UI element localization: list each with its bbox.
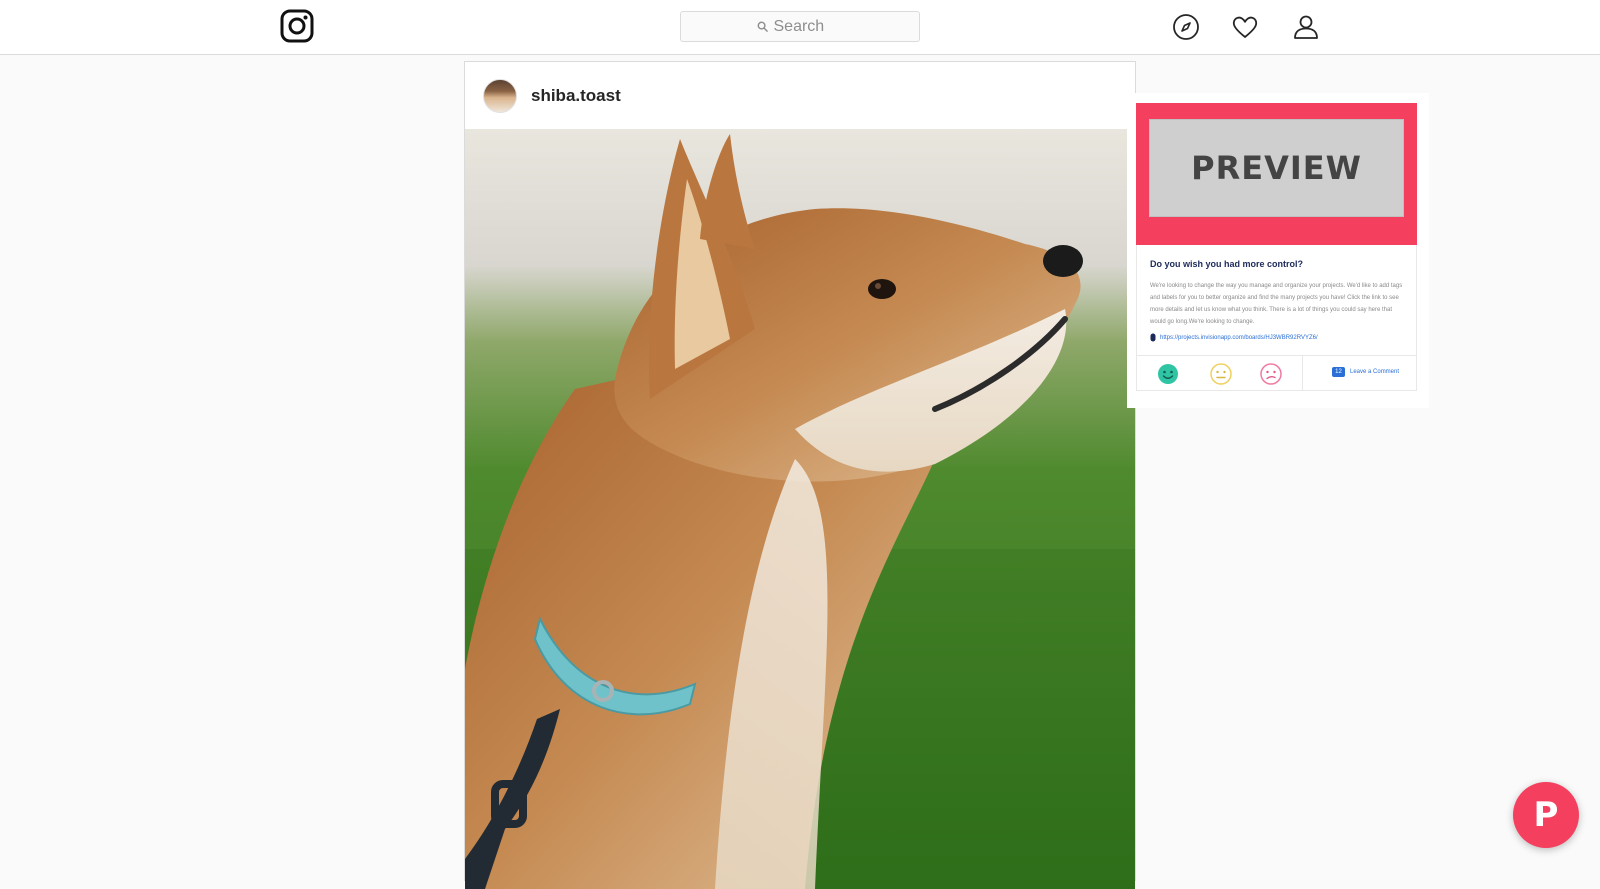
attachment-icon xyxy=(1150,333,1156,342)
avatar[interactable] xyxy=(483,79,517,113)
user-profile-icon[interactable] xyxy=(1292,13,1320,41)
top-navigation-bar xyxy=(0,0,1600,55)
preview-description: We're looking to change the way you mana… xyxy=(1150,283,1403,325)
compass-explore-icon[interactable] xyxy=(1172,13,1200,41)
preview-body: Do you wish you had more control? We're … xyxy=(1136,245,1417,355)
post-photo[interactable] xyxy=(465,129,1135,889)
feed-post: shiba.toast xyxy=(464,61,1136,889)
leave-comment-button[interactable]: 12 Leave a Comment xyxy=(1332,367,1399,377)
preview-title: Do you wish you had more control? xyxy=(1150,259,1304,269)
search-input[interactable] xyxy=(773,17,844,36)
instagram-logo-icon[interactable] xyxy=(280,9,314,43)
leave-comment-label: Leave a Comment xyxy=(1350,369,1400,375)
search-box[interactable] xyxy=(680,11,920,42)
preview-card[interactable]: PREVIEW Do you wish you had more control… xyxy=(1127,93,1429,408)
preview-footer: 12 Leave a Comment xyxy=(1136,355,1417,391)
preview-banner: PREVIEW xyxy=(1136,103,1417,245)
heart-icon[interactable] xyxy=(1231,13,1259,41)
preview-link[interactable]: https://projects.invisionapp.com/boards/… xyxy=(1150,333,1318,342)
preview-banner-text: PREVIEW xyxy=(1191,149,1362,187)
preview-link-text[interactable]: https://projects.invisionapp.com/boards/… xyxy=(1160,335,1318,341)
post-header: shiba.toast xyxy=(465,62,1135,129)
floating-p-button[interactable]: P xyxy=(1513,782,1579,848)
footer-divider xyxy=(1302,356,1303,390)
search-icon xyxy=(757,21,768,32)
preview-placeholder: PREVIEW xyxy=(1149,119,1404,217)
sad-face-icon[interactable] xyxy=(1260,363,1282,385)
neutral-face-icon[interactable] xyxy=(1210,363,1232,385)
comment-count-icon: 12 xyxy=(1332,367,1345,377)
post-username[interactable]: shiba.toast xyxy=(531,86,621,106)
happy-face-icon[interactable] xyxy=(1157,363,1179,385)
